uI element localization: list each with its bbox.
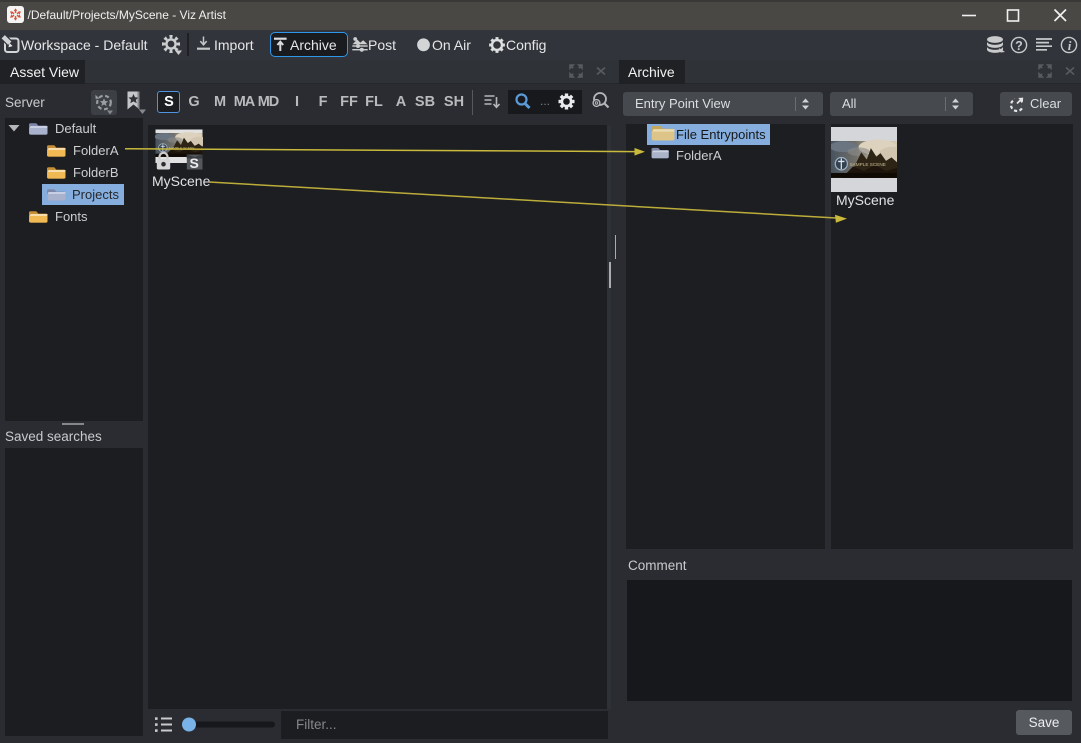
svg-text:?: ? xyxy=(1015,39,1023,53)
svg-text:...: ... xyxy=(540,94,550,108)
svg-text:i: i xyxy=(1068,38,1072,53)
svg-text:S: S xyxy=(190,154,199,170)
